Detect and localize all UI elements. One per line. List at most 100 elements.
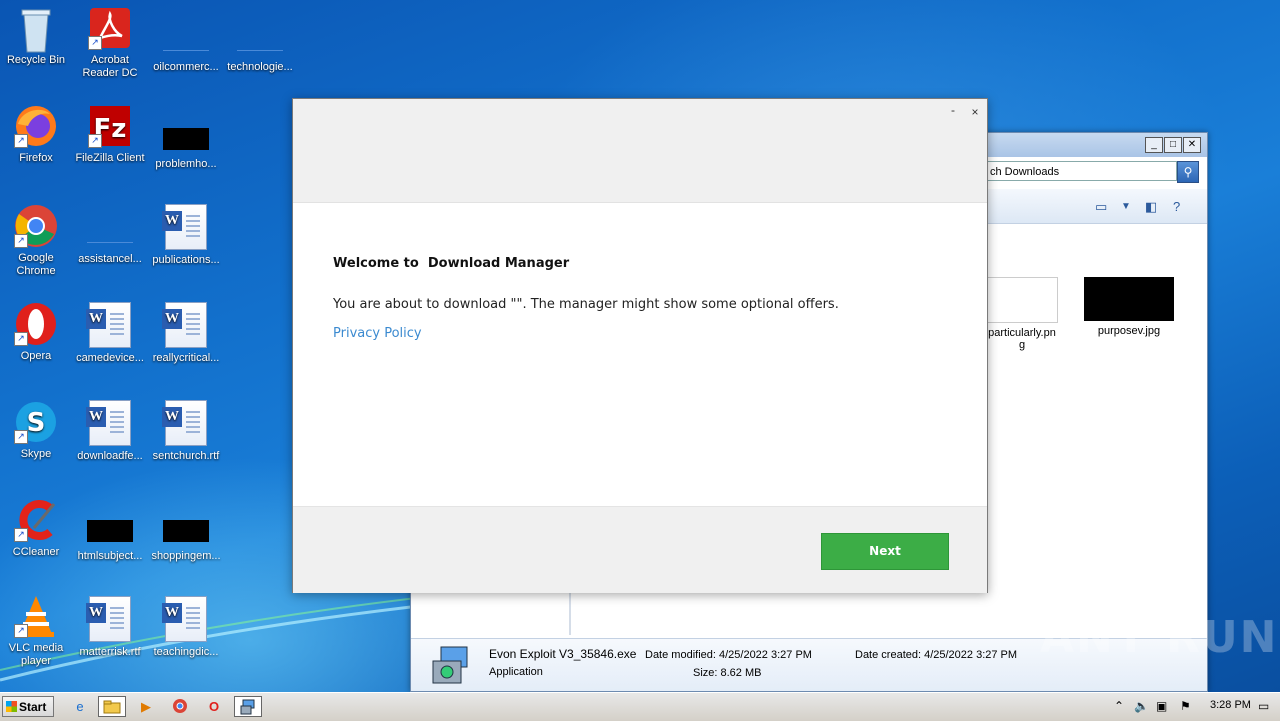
desktop-icon-label: CCleaner	[12, 546, 60, 558]
acrobat-icon: ↗	[88, 6, 132, 50]
file-icon	[237, 30, 283, 51]
dialog-title: Welcome to Download Manager	[333, 256, 570, 271]
desktop-icon-vlc[interactable]: ↗ VLC media player	[0, 594, 72, 668]
date-modified: Date modified: 4/25/2022 3:27 PM	[645, 649, 812, 661]
action-center-flag-icon[interactable]: ⚑	[1180, 699, 1191, 713]
file-thumbnail[interactable]: purposev.jpg	[1083, 277, 1175, 337]
clock[interactable]: 3:28 PM	[1210, 699, 1251, 711]
show-desktop-icon[interactable]: ▭	[1258, 699, 1269, 713]
desktop-icon-label: FileZilla Client	[75, 152, 145, 164]
chrome-icon: ↗	[14, 204, 58, 248]
views-icon[interactable]: ▭	[1095, 199, 1107, 215]
desktop-icon-chrome[interactable]: ↗ Google Chrome	[0, 204, 72, 278]
shortcut-arrow-icon: ↗	[88, 134, 102, 148]
dialog-footer: Next	[293, 506, 987, 593]
desktop-icon-opera[interactable]: ↗ Opera	[0, 302, 72, 363]
image-thumbnail	[986, 277, 1058, 323]
file-thumbnail[interactable]: particularly.png	[977, 277, 1067, 351]
desktop-icon-ccleaner[interactable]: ↗ CCleaner	[0, 498, 72, 559]
desktop-icon-sentchurch[interactable]: W sentchurch.rtf	[150, 400, 222, 463]
desktop-icon-label: matterrisk.rtf	[79, 646, 141, 658]
desktop-icon-teachingdic[interactable]: W teachingdic...	[150, 596, 222, 659]
filezilla-icon: Fz ↗	[88, 104, 132, 148]
desktop-icon-oilcommerc[interactable]: oilcommerc...	[150, 18, 222, 74]
start-button[interactable]: Start	[2, 696, 54, 717]
installer-taskbar-icon[interactable]	[234, 696, 262, 717]
word-doc-icon: W	[162, 596, 207, 642]
desktop-icon-downloadfe[interactable]: W downloadfe...	[74, 400, 146, 463]
chrome-taskbar-icon[interactable]	[166, 696, 194, 717]
shortcut-arrow-icon: ↗	[14, 430, 28, 444]
explorer-taskbar-icon[interactable]	[98, 696, 126, 717]
word-doc-icon: W	[86, 302, 131, 348]
desktop-icon-problemho[interactable]: problemho...	[150, 114, 222, 171]
search-icon[interactable]: ⚲	[1177, 161, 1199, 183]
preview-pane-icon[interactable]: ◧	[1145, 199, 1157, 215]
network-icon[interactable]: ▣	[1156, 699, 1167, 713]
desktop-icon-label: Opera	[20, 350, 52, 362]
minimize-button[interactable]: -	[947, 103, 959, 117]
opera-taskbar-icon[interactable]: O	[200, 696, 228, 717]
desktop-icon-label: VLC media player	[8, 642, 64, 667]
search-row: ch Downloads ⚲	[987, 161, 1201, 183]
shortcut-arrow-icon: ↗	[14, 624, 28, 638]
skype-icon: S ↗	[14, 400, 58, 444]
application-icon	[431, 645, 473, 685]
file-label: particularly.png	[988, 327, 1056, 351]
system-tray: ⌃ 🔈 ▣ ⚑ 3:28 PM ▭	[1104, 693, 1280, 721]
download-manager-dialog[interactable]: - × Welcome to Download Manager You are …	[292, 98, 988, 593]
desktop-icon-label: Firefox	[19, 152, 53, 164]
desktop-icon-shoppingem[interactable]: shoppingem...	[150, 506, 222, 563]
maximize-button[interactable]: □	[1164, 137, 1182, 153]
desktop-icon-filezilla[interactable]: Fz ↗ FileZilla Client	[74, 104, 146, 165]
desktop-icon-label: oilcommerc...	[153, 61, 219, 73]
close-button[interactable]: ×	[969, 105, 981, 119]
desktop-icon-label: problemho...	[155, 158, 217, 170]
desktop-icon-assistancel[interactable]: assistancel...	[74, 210, 146, 266]
desktop-icon-label: Recycle Bin	[6, 54, 66, 66]
desktop-icon-camedevice[interactable]: W camedevice...	[74, 302, 146, 365]
file-icon	[87, 520, 133, 542]
file-size: Size: 8.62 MB	[693, 667, 762, 679]
desktop-icon-firefox[interactable]: ↗ Firefox	[0, 104, 72, 165]
dialog-message: You are about to download "". The manage…	[333, 297, 839, 312]
desktop-icon-skype[interactable]: S ↗ Skype	[0, 400, 72, 461]
desktop-icon-label: Skype	[20, 448, 52, 460]
volume-icon[interactable]: 🔈	[1134, 699, 1149, 713]
desktop-icon-recycle-bin[interactable]: Recycle Bin	[0, 6, 72, 67]
dialog-header[interactable]	[293, 99, 987, 203]
chevron-down-icon[interactable]: ▼	[1121, 201, 1131, 212]
taskbar: Start e ▶ O ⌃ 🔈 ▣ ⚑ 3:28 PM ▭	[0, 692, 1280, 721]
desktop-icon-label: reallycritical...	[152, 352, 220, 364]
desktop-icon-reallycritical[interactable]: W reallycritical...	[150, 302, 222, 365]
desktop-icon-label: downloadfe...	[77, 450, 143, 462]
desktop-icon-htmlsubject[interactable]: htmlsubject...	[74, 506, 146, 563]
desktop-icon-label: technologie...	[227, 61, 293, 73]
shortcut-arrow-icon: ↗	[14, 234, 28, 248]
show-hidden-icons-icon[interactable]: ⌃	[1114, 699, 1124, 713]
watermark: ANY RUN	[1040, 612, 1279, 663]
close-button[interactable]: ✕	[1183, 137, 1201, 153]
media-player-icon[interactable]: ▶	[132, 696, 160, 717]
desktop-icon-matterrisk[interactable]: W matterrisk.rtf	[74, 596, 146, 659]
desktop-icon-technologie[interactable]: technologie...	[224, 18, 296, 74]
minimize-button[interactable]: _	[1145, 137, 1163, 153]
desktop-icon-acrobat[interactable]: ↗ Acrobat Reader DC	[74, 6, 146, 80]
word-doc-icon: W	[86, 400, 131, 446]
help-icon[interactable]: ?	[1173, 199, 1180, 214]
shortcut-arrow-icon: ↗	[14, 528, 28, 542]
next-button[interactable]: Next	[821, 533, 949, 570]
ccleaner-icon: ↗	[14, 498, 58, 542]
shortcut-arrow-icon: ↗	[14, 332, 28, 346]
desktop-icon-label: assistancel...	[78, 253, 142, 265]
shortcut-arrow-icon: ↗	[88, 36, 102, 50]
desktop-icon-publications[interactable]: W publications...	[150, 204, 222, 267]
word-doc-icon: W	[162, 400, 207, 446]
internet-explorer-icon[interactable]: e	[66, 696, 94, 717]
search-input[interactable]: ch Downloads	[987, 161, 1177, 181]
desktop-icon-label: publications...	[152, 254, 220, 266]
desktop-icon-label: camedevice...	[76, 352, 144, 364]
privacy-policy-link[interactable]: Privacy Policy	[333, 326, 422, 341]
file-icon	[163, 128, 209, 150]
file-label: purposev.jpg	[1097, 325, 1161, 337]
